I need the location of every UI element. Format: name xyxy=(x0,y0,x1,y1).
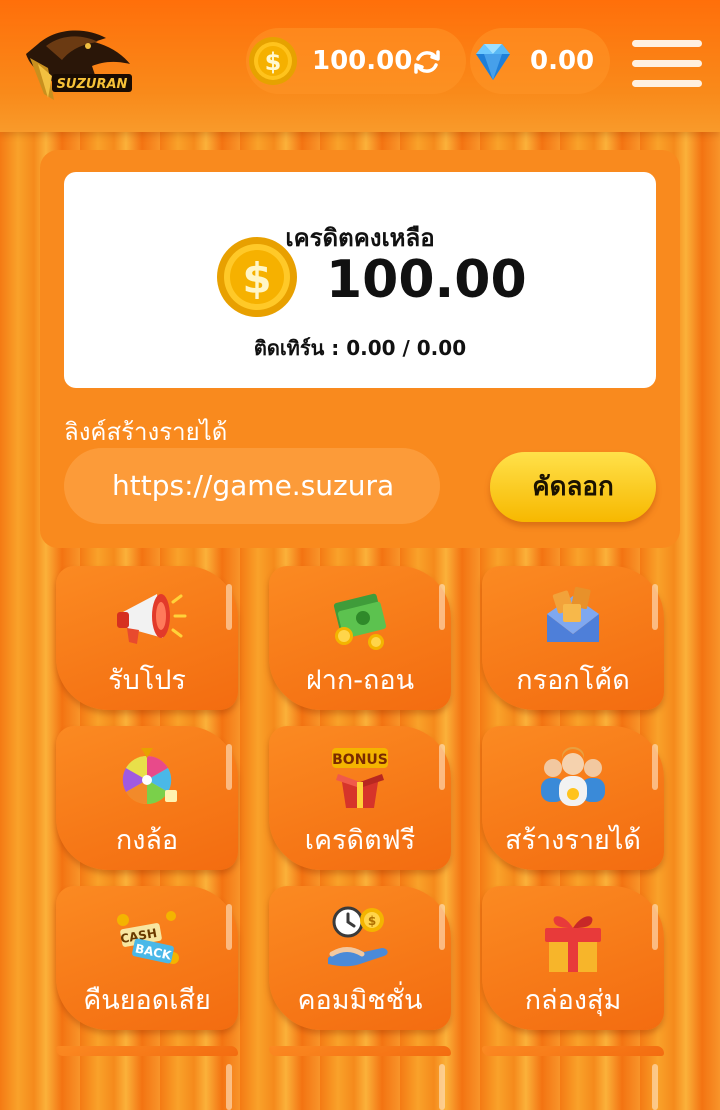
gift-box-icon xyxy=(545,916,601,972)
tile-cashback[interactable]: CASH BACK คืนยอดเสีย xyxy=(56,886,238,1030)
tile-label: ฝาก-ถอน xyxy=(305,665,415,696)
credit-amount: 100.00 xyxy=(326,250,527,310)
coin-balance-value: 100.00 xyxy=(312,46,413,76)
referral-link-field[interactable]: https://game.suzura xyxy=(64,448,440,524)
copy-button[interactable]: คัดลอก xyxy=(490,452,656,522)
tile-enter-code[interactable]: กรอกโค้ด xyxy=(482,566,664,710)
gem-balance-value: 0.00 xyxy=(530,46,595,76)
code-envelope-icon xyxy=(547,586,599,642)
turnover-text: ติดเทิร์น : 0.00 / 0.00 xyxy=(253,336,467,360)
gem-balance-pill[interactable]: 0.00 xyxy=(470,28,610,94)
coin-icon: $ xyxy=(249,37,297,85)
commission-icon: $ xyxy=(328,906,388,967)
tile-partial xyxy=(269,1046,451,1110)
bonus-box-icon: BONUS xyxy=(332,748,388,808)
logo-icon[interactable]: SUZURAN xyxy=(18,24,136,108)
tile-label: รับโปร xyxy=(108,665,186,696)
svg-text:BONUS: BONUS xyxy=(332,752,388,768)
tile-deposit-withdraw[interactable]: ฝาก-ถอน xyxy=(269,566,451,710)
coin-icon: $ xyxy=(217,237,297,317)
tile-free-credit[interactable]: BONUS เครดิตฟรี xyxy=(269,726,451,870)
tile-label: กล่องสุ่ม xyxy=(524,985,622,1016)
menu-line-icon xyxy=(632,40,702,47)
wheel-icon xyxy=(122,748,177,805)
tile-partial xyxy=(482,1046,664,1110)
tile-label: กงล้อ xyxy=(115,825,179,856)
svg-text:SUZURAN: SUZURAN xyxy=(57,77,128,92)
money-stack-icon xyxy=(333,593,387,650)
svg-text:$: $ xyxy=(265,48,282,76)
top-bar: SUZURAN $ 100.00 0.00 xyxy=(0,0,720,132)
menu-line-icon xyxy=(632,80,702,87)
tile-label: กรอกโค้ด xyxy=(516,665,630,696)
tile-label: เครดิตฟรี xyxy=(304,825,416,856)
svg-text:$: $ xyxy=(242,254,271,303)
credit-panel: เครดิตคงเหลือ $ 100.00 ติดเทิร์น : 0.00 … xyxy=(40,150,680,548)
tile-partial xyxy=(56,1046,238,1110)
tile-commission[interactable]: $ คอมมิชชั่น xyxy=(269,886,451,1030)
tile-wheel[interactable]: กงล้อ xyxy=(56,726,238,870)
megaphone-icon xyxy=(117,594,187,644)
tile-label: คอมมิชชั่น xyxy=(297,985,423,1016)
referral-link-label: ลิงค์สร้างรายได้ xyxy=(64,418,228,446)
hamburger-menu-button[interactable] xyxy=(632,38,704,90)
coin-balance-pill[interactable]: $ 100.00 xyxy=(246,28,466,94)
tile-promotion[interactable]: รับโปร xyxy=(56,566,238,710)
refresh-icon[interactable] xyxy=(412,47,442,77)
cashback-icon: CASH BACK xyxy=(117,911,179,964)
tile-label: คืนยอดเสีย xyxy=(83,985,211,1016)
tile-earn-income[interactable]: สร้างรายได้ xyxy=(482,726,664,870)
team-icon xyxy=(541,747,605,806)
tile-label: สร้างรายได้ xyxy=(505,825,641,856)
svg-text:$: $ xyxy=(368,914,376,928)
diamond-icon xyxy=(476,44,510,80)
tile-random-box[interactable]: กล่องสุ่ม xyxy=(482,886,664,1030)
credit-card: เครดิตคงเหลือ $ 100.00 ติดเทิร์น : 0.00 … xyxy=(64,172,656,388)
menu-line-icon xyxy=(632,60,702,67)
